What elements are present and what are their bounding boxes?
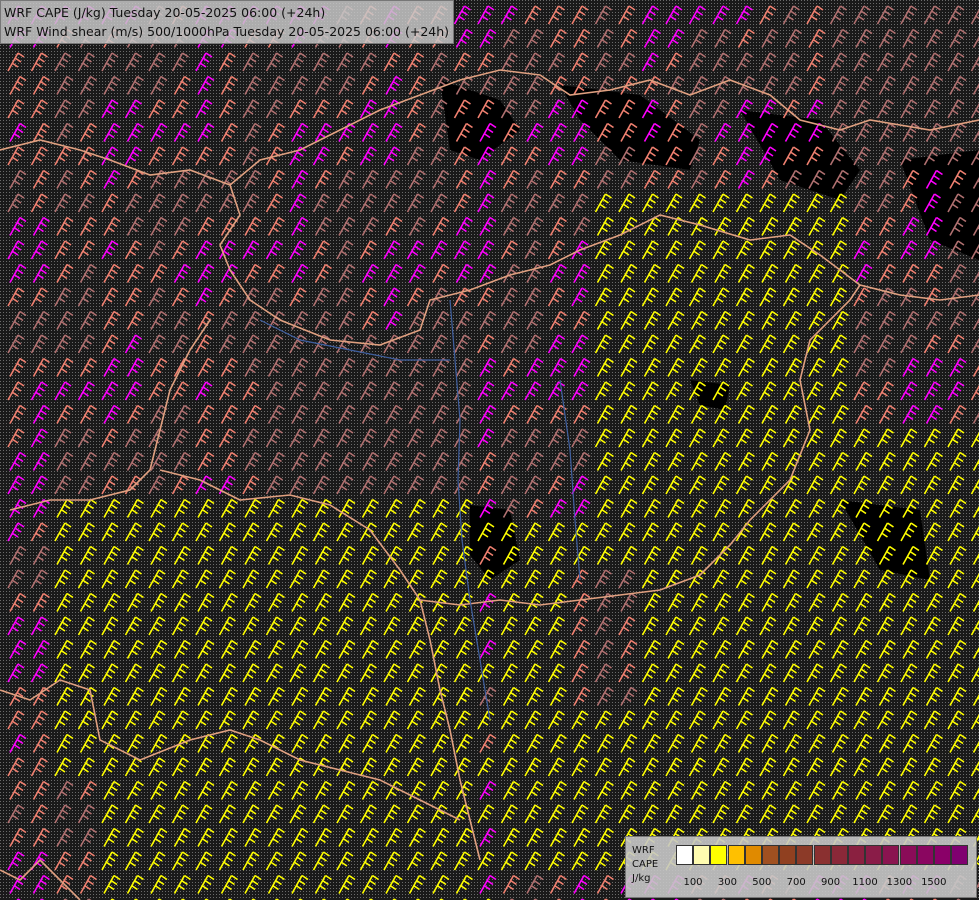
map-title-box: WRF CAPE (J/kg) Tuesday 20-05-2025 06:00… [0,0,455,44]
legend-swatch [727,845,745,865]
legend-variable-label: CAPE [632,859,659,870]
legend-swatch [951,845,969,865]
legend-tick-label: 1500 [921,877,947,888]
legend-swatch [899,845,917,865]
legend-tick-label: 100 [683,877,703,888]
legend-swatch [762,845,779,865]
wind-shear-title: WRF Wind shear (m/s) 500/1000hPa Tuesday… [4,24,450,39]
legend-tick-label: 900 [821,877,841,888]
legend-swatch [796,845,814,865]
legend-swatch [693,845,711,865]
cape-legend: WRF CAPE J/kg 100 300 500 700 900 1100 1300 150… [625,836,977,898]
legend-unit-label: J/kg [632,873,651,884]
legend-tick-label: 1100 [852,877,878,888]
legend-model-label: WRF [632,845,655,856]
wind-shear-cape-map [0,0,979,900]
legend-tick-label: 300 [717,877,737,888]
legend-swatch [848,845,865,865]
legend-tick-label: 1300 [886,877,913,888]
legend-swatch [744,845,762,865]
legend-tick-label: 500 [752,877,772,888]
cape-title: WRF CAPE (J/kg) Tuesday 20-05-2025 06:00… [4,5,326,20]
legend-swatch [710,845,728,865]
legend-swatch [934,845,951,865]
legend-swatch [813,845,831,865]
legend-swatch [916,845,934,865]
legend-swatch [830,845,848,865]
legend-swatch [882,845,900,865]
legend-swatch [676,845,693,865]
legend-tick-label: 700 [786,877,806,888]
legend-swatch [865,845,883,865]
legend-swatch [779,845,797,865]
